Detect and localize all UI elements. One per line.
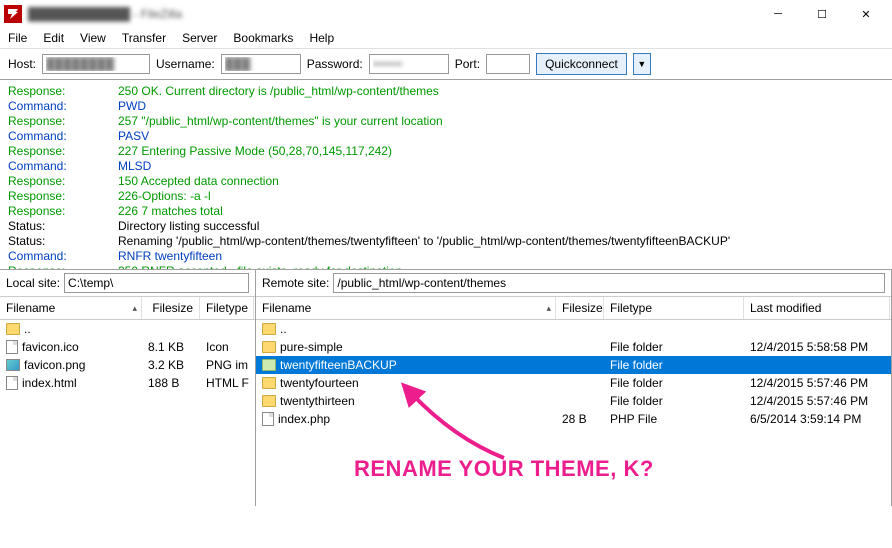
folder-icon bbox=[262, 359, 276, 371]
username-input[interactable] bbox=[221, 54, 301, 74]
sort-caret-icon: ▴ bbox=[132, 303, 137, 314]
list-item[interactable]: index.php28 BPHP File6/5/2014 3:59:14 PM bbox=[256, 410, 891, 428]
image-icon bbox=[6, 359, 20, 371]
local-col-filetype[interactable]: Filetype bbox=[200, 297, 254, 319]
list-item[interactable]: .. bbox=[0, 320, 255, 338]
list-item[interactable]: favicon.png3.2 KBPNG im bbox=[0, 356, 255, 374]
host-input[interactable] bbox=[42, 54, 150, 74]
local-site-input[interactable] bbox=[64, 273, 249, 293]
local-col-filesize[interactable]: Filesize bbox=[142, 297, 200, 319]
menu-transfer[interactable]: Transfer bbox=[122, 31, 166, 45]
list-item[interactable]: index.html188 BHTML F bbox=[0, 374, 255, 392]
file-panes: Local site: Filename▴ Filesize Filetype … bbox=[0, 270, 892, 506]
local-grid-header: Filename▴ Filesize Filetype bbox=[0, 297, 255, 320]
log-line: Response:250 OK. Current directory is /p… bbox=[8, 84, 884, 99]
titlebar: ████████████ - FileZilla ─ ☐ ✕ bbox=[0, 0, 892, 28]
list-item[interactable]: twentyfourteenFile folder12/4/2015 5:57:… bbox=[256, 374, 891, 392]
remote-col-filesize[interactable]: Filesize bbox=[556, 297, 604, 319]
list-item[interactable]: twentythirteenFile folder12/4/2015 5:57:… bbox=[256, 392, 891, 410]
log-line: Command:RNFR twentyfifteen bbox=[8, 249, 884, 264]
log-line: Response:257 "/public_html/wp-content/th… bbox=[8, 114, 884, 129]
port-label: Port: bbox=[455, 57, 480, 71]
log-line: Response:226-Options: -a -l bbox=[8, 189, 884, 204]
local-site-label: Local site: bbox=[6, 276, 60, 290]
folder-icon bbox=[262, 341, 276, 353]
log-line: Command:MLSD bbox=[8, 159, 884, 174]
folder-icon bbox=[6, 323, 20, 335]
remote-col-filetype[interactable]: Filetype bbox=[604, 297, 744, 319]
quickconnect-dropdown[interactable]: ▼ bbox=[633, 53, 651, 75]
menu-edit[interactable]: Edit bbox=[43, 31, 64, 45]
remote-site-label: Remote site: bbox=[262, 276, 329, 290]
folder-icon bbox=[262, 395, 276, 407]
username-label: Username: bbox=[156, 57, 215, 71]
log-line: Status:Renaming '/public_html/wp-content… bbox=[8, 234, 884, 249]
port-input[interactable] bbox=[486, 54, 530, 74]
password-label: Password: bbox=[307, 57, 363, 71]
list-item[interactable]: favicon.ico8.1 KBIcon bbox=[0, 338, 255, 356]
host-label: Host: bbox=[8, 57, 36, 71]
menubar: File Edit View Transfer Server Bookmarks… bbox=[0, 28, 892, 48]
menu-view[interactable]: View bbox=[80, 31, 106, 45]
local-site-row: Local site: bbox=[0, 270, 255, 297]
log-line: Command:PWD bbox=[8, 99, 884, 114]
log-line: Response:226 7 matches total bbox=[8, 204, 884, 219]
log-line: Command:PASV bbox=[8, 129, 884, 144]
message-log: Response:250 OK. Current directory is /p… bbox=[0, 80, 892, 270]
remote-site-input[interactable] bbox=[333, 273, 885, 293]
folder-icon bbox=[262, 377, 276, 389]
list-item[interactable]: .. bbox=[256, 320, 891, 338]
local-pane: Local site: Filename▴ Filesize Filetype … bbox=[0, 270, 256, 506]
menu-server[interactable]: Server bbox=[182, 31, 217, 45]
remote-col-lastmod[interactable]: Last modified bbox=[744, 297, 890, 319]
local-grid-body[interactable]: ..favicon.ico8.1 KBIconfavicon.png3.2 KB… bbox=[0, 320, 255, 506]
list-item[interactable]: pure-simpleFile folder12/4/2015 5:58:58 … bbox=[256, 338, 891, 356]
log-line: Response:227 Entering Passive Mode (50,2… bbox=[8, 144, 884, 159]
quickconnect-bar: Host: Username: Password: Port: Quickcon… bbox=[0, 48, 892, 80]
password-input[interactable] bbox=[369, 54, 449, 74]
close-button[interactable]: ✕ bbox=[844, 0, 888, 28]
local-col-filename[interactable]: Filename▴ bbox=[0, 297, 142, 319]
remote-site-row: Remote site: bbox=[256, 270, 891, 297]
menu-help[interactable]: Help bbox=[309, 31, 334, 45]
minimize-button[interactable]: ─ bbox=[756, 0, 800, 28]
app-icon bbox=[4, 5, 22, 23]
log-line: Status:Directory listing successful bbox=[8, 219, 884, 234]
window-controls: ─ ☐ ✕ bbox=[756, 0, 888, 28]
menu-file[interactable]: File bbox=[8, 31, 27, 45]
list-item[interactable]: twentyfifteenBACKUPFile folder bbox=[256, 356, 891, 374]
file-icon bbox=[6, 376, 18, 390]
remote-col-filename[interactable]: Filename▴ bbox=[256, 297, 556, 319]
quickconnect-button[interactable]: Quickconnect bbox=[536, 53, 627, 75]
menu-bookmarks[interactable]: Bookmarks bbox=[233, 31, 293, 45]
file-icon bbox=[262, 412, 274, 426]
file-icon bbox=[6, 340, 18, 354]
log-line: Response:150 Accepted data connection bbox=[8, 174, 884, 189]
sort-caret-icon: ▴ bbox=[546, 303, 551, 314]
folder-icon bbox=[262, 323, 276, 335]
maximize-button[interactable]: ☐ bbox=[800, 0, 844, 28]
remote-grid-header: Filename▴ Filesize Filetype Last modifie… bbox=[256, 297, 891, 320]
remote-grid-body[interactable]: ..pure-simpleFile folder12/4/2015 5:58:5… bbox=[256, 320, 891, 506]
window-title: ████████████ - FileZilla bbox=[28, 7, 182, 21]
remote-pane: Remote site: Filename▴ Filesize Filetype… bbox=[256, 270, 892, 506]
